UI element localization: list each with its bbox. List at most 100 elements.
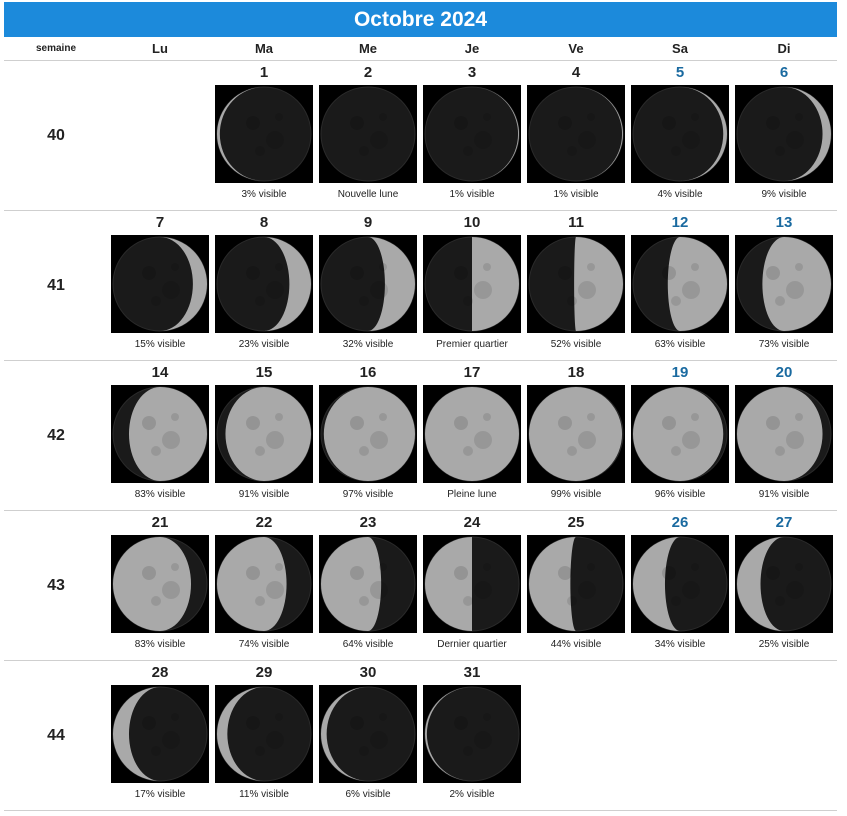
- day-cell[interactable]: 9 32% visible: [316, 211, 420, 360]
- moon-phase-image: [631, 235, 729, 333]
- week-row: 40 1 3% visible 2 Nouvelle lune 3 1% visible 4 1…: [4, 61, 837, 211]
- day-cell[interactable]: 29 11% visible: [212, 661, 316, 810]
- moon-phase-image: [423, 85, 521, 183]
- phase-caption: 34% visible: [654, 639, 706, 650]
- day-cell[interactable]: 10 Premier quartier: [420, 211, 524, 360]
- moon-phase-image: [423, 685, 521, 783]
- day-cell[interactable]: 28 17% visible: [108, 661, 212, 810]
- day-cell[interactable]: 15 91% visible: [212, 361, 316, 510]
- day-cell[interactable]: 6 9% visible: [732, 61, 836, 210]
- day-cell[interactable]: 23 64% visible: [316, 511, 420, 660]
- phase-caption: Dernier quartier: [437, 639, 507, 650]
- phase-caption: 4% visible: [657, 189, 703, 200]
- day-cell[interactable]: 27 25% visible: [732, 511, 836, 660]
- day-number: 28: [151, 664, 169, 681]
- day-cell[interactable]: 1 3% visible: [212, 61, 316, 210]
- day-header-ve: Ve: [568, 41, 584, 56]
- moon-phase-image: [111, 385, 209, 483]
- day-number: 10: [463, 214, 481, 231]
- moon-phase-image: [215, 235, 313, 333]
- day-cell[interactable]: 12 63% visible: [628, 211, 732, 360]
- day-cell[interactable]: 11 52% visible: [524, 211, 628, 360]
- day-cell[interactable]: 2 Nouvelle lune: [316, 61, 420, 210]
- calendar-title: Octobre 2024: [4, 2, 837, 37]
- day-number: 20: [775, 364, 793, 381]
- moon-phase-image: [319, 235, 417, 333]
- moon-phase-image: [215, 535, 313, 633]
- moon-phase-image: [423, 235, 521, 333]
- phase-caption: 97% visible: [342, 489, 394, 500]
- moon-phase-image: [735, 85, 833, 183]
- empty-day-cell: [732, 661, 836, 810]
- day-cell[interactable]: 5 4% visible: [628, 61, 732, 210]
- day-number: 29: [255, 664, 273, 681]
- day-number: 22: [255, 514, 273, 531]
- day-number: 9: [363, 214, 373, 231]
- day-number: 2: [363, 64, 373, 81]
- phase-caption: 99% visible: [550, 489, 602, 500]
- day-number: 18: [567, 364, 585, 381]
- day-cell[interactable]: 3 1% visible: [420, 61, 524, 210]
- moon-phase-image: [111, 235, 209, 333]
- day-cell[interactable]: 20 91% visible: [732, 361, 836, 510]
- day-cell[interactable]: 30 6% visible: [316, 661, 420, 810]
- week-number: 44: [47, 726, 65, 744]
- moon-phase-image: [631, 535, 729, 633]
- day-cell[interactable]: 26 34% visible: [628, 511, 732, 660]
- moon-phase-image: [423, 535, 521, 633]
- day-number: 31: [463, 664, 481, 681]
- day-number: 19: [671, 364, 689, 381]
- week-number: 42: [47, 426, 65, 444]
- phase-caption: 64% visible: [342, 639, 394, 650]
- day-cell[interactable]: 13 73% visible: [732, 211, 836, 360]
- phase-caption: 2% visible: [449, 789, 495, 800]
- day-number: 13: [775, 214, 793, 231]
- phase-caption: 74% visible: [238, 639, 290, 650]
- day-number: 12: [671, 214, 689, 231]
- day-cell[interactable]: 22 74% visible: [212, 511, 316, 660]
- moon-phase-image: [527, 535, 625, 633]
- empty-day-cell: [628, 661, 732, 810]
- day-cell[interactable]: 31 2% visible: [420, 661, 524, 810]
- day-number: 27: [775, 514, 793, 531]
- day-header-me: Me: [358, 41, 378, 56]
- phase-caption: Premier quartier: [436, 339, 508, 350]
- day-cell[interactable]: 24 Dernier quartier: [420, 511, 524, 660]
- week-column-header: semaine: [35, 43, 77, 54]
- phase-caption: 63% visible: [654, 339, 706, 350]
- phase-caption: 23% visible: [238, 339, 290, 350]
- week-row: 43 21 83% visible 22 74% visible 23 64% visibl…: [4, 511, 837, 661]
- day-cell[interactable]: 7 15% visible: [108, 211, 212, 360]
- day-cell[interactable]: 8 23% visible: [212, 211, 316, 360]
- empty-day-cell: [524, 661, 628, 810]
- moon-phase-image: [215, 385, 313, 483]
- day-header-sa: Sa: [672, 41, 688, 56]
- day-cell[interactable]: 17 Pleine lune: [420, 361, 524, 510]
- header-row: semaine Lu Ma Me Je Ve Sa Di: [4, 37, 837, 61]
- day-cell[interactable]: 16 97% visible: [316, 361, 420, 510]
- moon-phase-image: [215, 685, 313, 783]
- moon-phase-image: [527, 385, 625, 483]
- day-cell[interactable]: 4 1% visible: [524, 61, 628, 210]
- phase-caption: 91% visible: [758, 489, 810, 500]
- day-number: 21: [151, 514, 169, 531]
- moon-phase-image: [527, 85, 625, 183]
- day-number: 16: [359, 364, 377, 381]
- phase-caption: 52% visible: [550, 339, 602, 350]
- day-number: 15: [255, 364, 273, 381]
- moon-phase-image: [319, 535, 417, 633]
- day-number: 25: [567, 514, 585, 531]
- week-number: 41: [47, 276, 65, 294]
- moon-phase-image: [527, 235, 625, 333]
- moon-phase-image: [215, 85, 313, 183]
- day-cell[interactable]: 21 83% visible: [108, 511, 212, 660]
- day-cell[interactable]: 25 44% visible: [524, 511, 628, 660]
- day-cell[interactable]: 18 99% visible: [524, 361, 628, 510]
- phase-caption: 1% visible: [449, 189, 495, 200]
- day-number: 3: [467, 64, 477, 81]
- phase-caption: 3% visible: [241, 189, 287, 200]
- day-number: 23: [359, 514, 377, 531]
- day-cell[interactable]: 14 83% visible: [108, 361, 212, 510]
- day-cell[interactable]: 19 96% visible: [628, 361, 732, 510]
- weeks-container: 40 1 3% visible 2 Nouvelle lune 3 1% visible 4 1…: [4, 61, 837, 811]
